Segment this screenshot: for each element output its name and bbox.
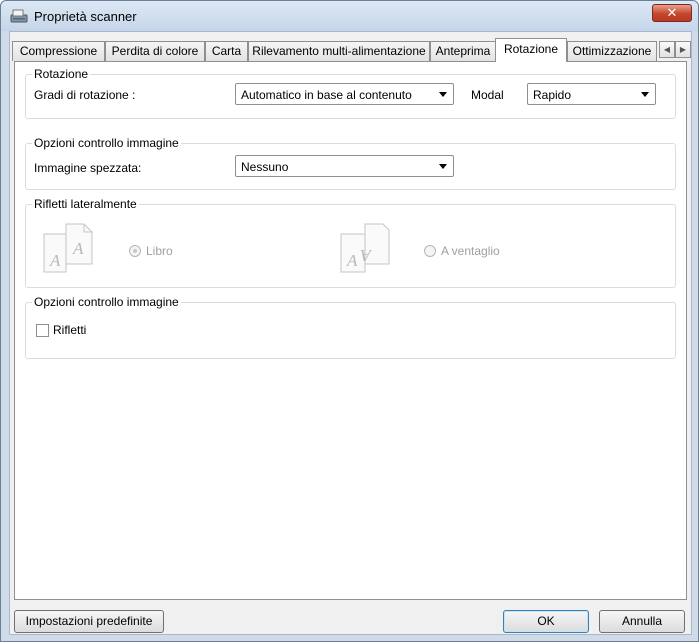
- tab-rotazione[interactable]: Rotazione: [495, 38, 567, 62]
- close-icon: ✕: [666, 5, 678, 20]
- book-radio-label: Libro: [146, 244, 173, 258]
- rotation-tab-panel: Rotazione Gradi di rotazione : Automatic…: [14, 61, 687, 600]
- tab-scroll-left-icon[interactable]: ◀: [659, 41, 675, 58]
- fan-radio[interactable]: [424, 245, 436, 257]
- rotation-degrees-label: Gradi di rotazione :: [34, 88, 136, 102]
- default-settings-button[interactable]: Impostazioni predefinite: [14, 610, 164, 633]
- side-flip-group-title: Rifletti lateralmente: [32, 197, 139, 211]
- tab-ottimizzazione[interactable]: Ottimizzazione: [567, 41, 657, 61]
- svg-text:A: A: [72, 239, 84, 258]
- tab-compressione[interactable]: Compressione: [12, 41, 105, 61]
- modal-label: Modal: [471, 88, 504, 102]
- scanner-icon: [10, 9, 28, 23]
- side-flip-group: Rifletti lateralmente A A Libro A A A ve…: [25, 197, 676, 288]
- tab-carta[interactable]: Carta: [205, 41, 248, 61]
- mirror-group-title: Opzioni controllo immagine: [32, 295, 181, 309]
- mirror-checkbox-label: Rifletti: [53, 323, 87, 337]
- tab-anteprima[interactable]: Anteprima: [430, 41, 496, 61]
- rotation-group: Rotazione Gradi di rotazione : Automatic…: [25, 67, 676, 119]
- svg-text:A: A: [346, 251, 358, 270]
- ok-button[interactable]: OK: [503, 610, 589, 633]
- mirror-group: Opzioni controllo immagine Rifletti: [25, 295, 676, 359]
- split-image-label: Immagine spezzata:: [34, 161, 142, 175]
- tab-perdita-di-colore[interactable]: Perdita di colore: [105, 41, 205, 61]
- modal-value: Rapido: [533, 88, 572, 102]
- cancel-button[interactable]: Annulla: [599, 610, 685, 633]
- split-image-dropdown[interactable]: Nessuno: [235, 155, 454, 177]
- chevron-down-icon: [641, 92, 649, 97]
- tab-rilevamento-multi-alimentazione[interactable]: Rilevamento multi-alimentazione: [248, 41, 430, 61]
- tab-strip: Compressione Perdita di colore Carta Ril…: [10, 38, 691, 62]
- image-control-group: Opzioni controllo immagine Immagine spez…: [25, 136, 676, 190]
- book-radio[interactable]: [129, 245, 141, 257]
- mirror-checkbox[interactable]: [36, 324, 49, 337]
- scanner-properties-window: Proprietà scanner ✕ Compressione Perdita…: [0, 0, 699, 642]
- book-layout-icon: A A: [43, 223, 93, 273]
- rotation-degrees-dropdown[interactable]: Automatico in base al contenuto: [235, 83, 454, 105]
- fan-layout-icon: A A: [340, 223, 390, 273]
- svg-text:A: A: [49, 251, 61, 270]
- image-control-group-title: Opzioni controllo immagine: [32, 136, 181, 150]
- svg-text:A: A: [360, 246, 372, 265]
- split-image-value: Nessuno: [241, 160, 289, 174]
- tab-scroll-right-icon[interactable]: ▶: [675, 41, 691, 58]
- fan-radio-label: A ventaglio: [441, 244, 500, 258]
- rotation-group-title: Rotazione: [32, 67, 91, 81]
- modal-dropdown[interactable]: Rapido: [527, 83, 656, 105]
- chevron-down-icon: [439, 164, 447, 169]
- close-button[interactable]: ✕: [652, 4, 692, 22]
- chevron-down-icon: [439, 92, 447, 97]
- window-title: Proprietà scanner: [34, 9, 137, 24]
- title-bar: Proprietà scanner ✕: [1, 1, 698, 31]
- dialog-body: Compressione Perdita di colore Carta Ril…: [9, 31, 692, 635]
- rotation-degrees-value: Automatico in base al contenuto: [241, 88, 412, 102]
